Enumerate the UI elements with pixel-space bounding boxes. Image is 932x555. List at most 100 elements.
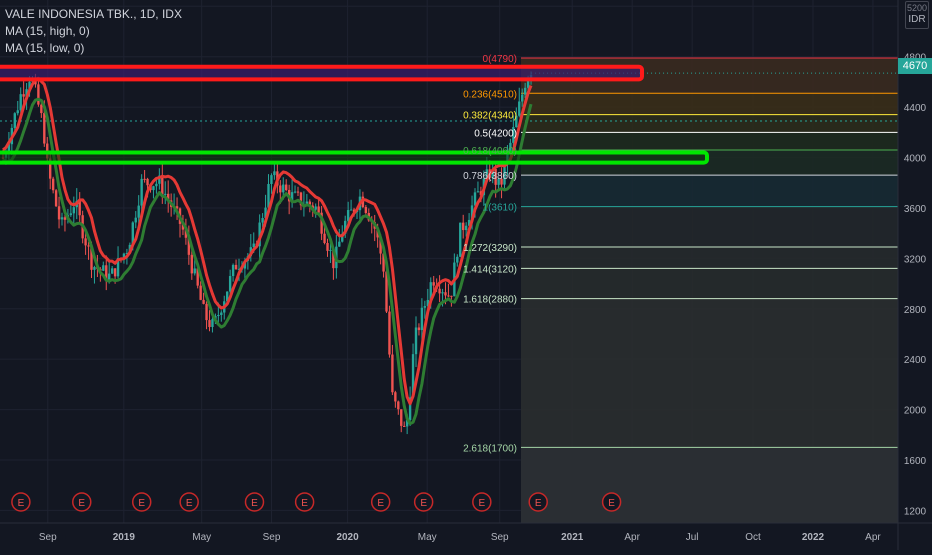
candle-body (69, 213, 73, 216)
candle-body (314, 206, 317, 210)
last-price-label: 4670 (898, 58, 932, 74)
candle-body (329, 249, 332, 251)
earnings-marker-label: E (608, 498, 615, 509)
candle-body (397, 401, 400, 410)
candle-body (261, 217, 264, 223)
fib-label: 0.786(3860) (463, 171, 517, 182)
earnings-marker-label: E (251, 498, 258, 509)
candle-body (146, 178, 149, 186)
candle-body (293, 191, 297, 193)
indicator-ma-low[interactable]: MA (15, low, 0) (5, 40, 182, 57)
candle-body (220, 312, 223, 315)
candle-body (57, 206, 61, 220)
x-tick-label: 2020 (336, 532, 359, 543)
candle-body (190, 254, 193, 274)
candle-body (205, 303, 208, 321)
candle-body (273, 171, 276, 176)
candle-body (193, 268, 196, 274)
candle-body (161, 175, 164, 195)
candle-body (423, 306, 427, 308)
candle-body (152, 186, 155, 191)
candle-body (72, 207, 75, 214)
candle-body (155, 183, 158, 187)
earnings-marker-label: E (138, 498, 145, 509)
x-tick-label: May (418, 532, 437, 543)
candle-body (208, 320, 211, 327)
candle-body (296, 191, 300, 193)
candle-body (270, 175, 273, 184)
x-tick-label: 2022 (802, 532, 825, 543)
candle-body (459, 222, 462, 257)
candle-body (93, 267, 96, 270)
candle-body (228, 276, 232, 292)
y-tick-label: 3600 (904, 204, 927, 215)
candle-body (441, 292, 444, 294)
x-tick-label: Sep (263, 532, 281, 543)
candle-body (87, 245, 90, 247)
fib-label: 0.618(4060) (463, 146, 517, 157)
earnings-marker-label: E (18, 498, 25, 509)
fib-label: 2.618(1700) (463, 443, 517, 454)
y-tick-label: 2800 (904, 305, 927, 316)
candle-body (282, 184, 285, 193)
fib-label: 0.382(4340) (463, 111, 517, 122)
candle-body (462, 222, 465, 231)
candle-body (140, 178, 143, 206)
candle-body (110, 268, 114, 274)
earnings-marker-label: E (301, 498, 308, 509)
candle-body (414, 327, 418, 355)
candle-body (60, 217, 64, 220)
earnings-marker-label: E (78, 498, 85, 509)
fib-zone (521, 298, 898, 448)
candle-body (450, 295, 453, 297)
x-tick-label: Apr (624, 532, 640, 543)
candle-body (19, 94, 22, 111)
y-tick-label: 2000 (904, 406, 927, 417)
candle-body (285, 184, 288, 191)
fib-zone (521, 206, 898, 248)
x-tick-label: Apr (865, 532, 881, 543)
candle-body (326, 242, 329, 251)
candle-body (447, 295, 450, 297)
fib-zone (521, 175, 898, 207)
candle-body (338, 241, 341, 247)
y-tick-label: 4000 (904, 154, 927, 165)
candle-body (279, 185, 282, 193)
candle-body (518, 101, 521, 116)
fib-zone (521, 268, 898, 299)
chart-legend: VALE INDONESIA TBK., 1D, IDX MA (15, hig… (5, 6, 182, 57)
candle-body (473, 192, 477, 206)
candle-body (54, 190, 58, 207)
candle-body (134, 217, 137, 223)
fib-label: 0.236(4510) (463, 89, 517, 100)
candle-body (400, 409, 403, 426)
currency-label: IDR (908, 14, 926, 25)
y-tick-label: 1600 (904, 456, 927, 467)
candle-body (51, 178, 55, 191)
candle-body (84, 238, 87, 246)
chart-title[interactable]: VALE INDONESIA TBK., 1D, IDX (5, 6, 182, 23)
x-tick-label: Sep (39, 532, 57, 543)
fib-zone (521, 114, 898, 133)
candle-body (37, 84, 40, 105)
x-tick-label: Sep (491, 532, 509, 543)
fib-zone (521, 447, 898, 523)
chart-canvas[interactable]: 0(4790) 0.236(4510) 0.382(4340) 0.5(4200) 0.… (0, 0, 932, 550)
x-tick-label: Jul (686, 532, 699, 543)
fib-zone (521, 247, 898, 269)
candle-body (16, 110, 19, 114)
currency-badge[interactable]: 5200 IDR (905, 1, 929, 29)
candle-body (143, 178, 146, 180)
candle-body (40, 104, 43, 114)
candle-body (202, 299, 205, 304)
candle-body (432, 282, 435, 286)
x-tick-label: 2021 (561, 532, 584, 543)
candle-body (323, 233, 326, 243)
chart[interactable]: 0(4790) 0.236(4510) 0.382(4340) 0.5(4200) 0.… (0, 0, 932, 550)
fib-label: 1.414(3120) (463, 264, 517, 275)
fib-label: 1.618(2880) (463, 295, 517, 306)
fib-label: 0(4790) (483, 54, 517, 65)
indicator-ma-high[interactable]: MA (15, high, 0) (5, 23, 182, 40)
candle-body (388, 311, 391, 355)
candle-body (523, 87, 527, 95)
